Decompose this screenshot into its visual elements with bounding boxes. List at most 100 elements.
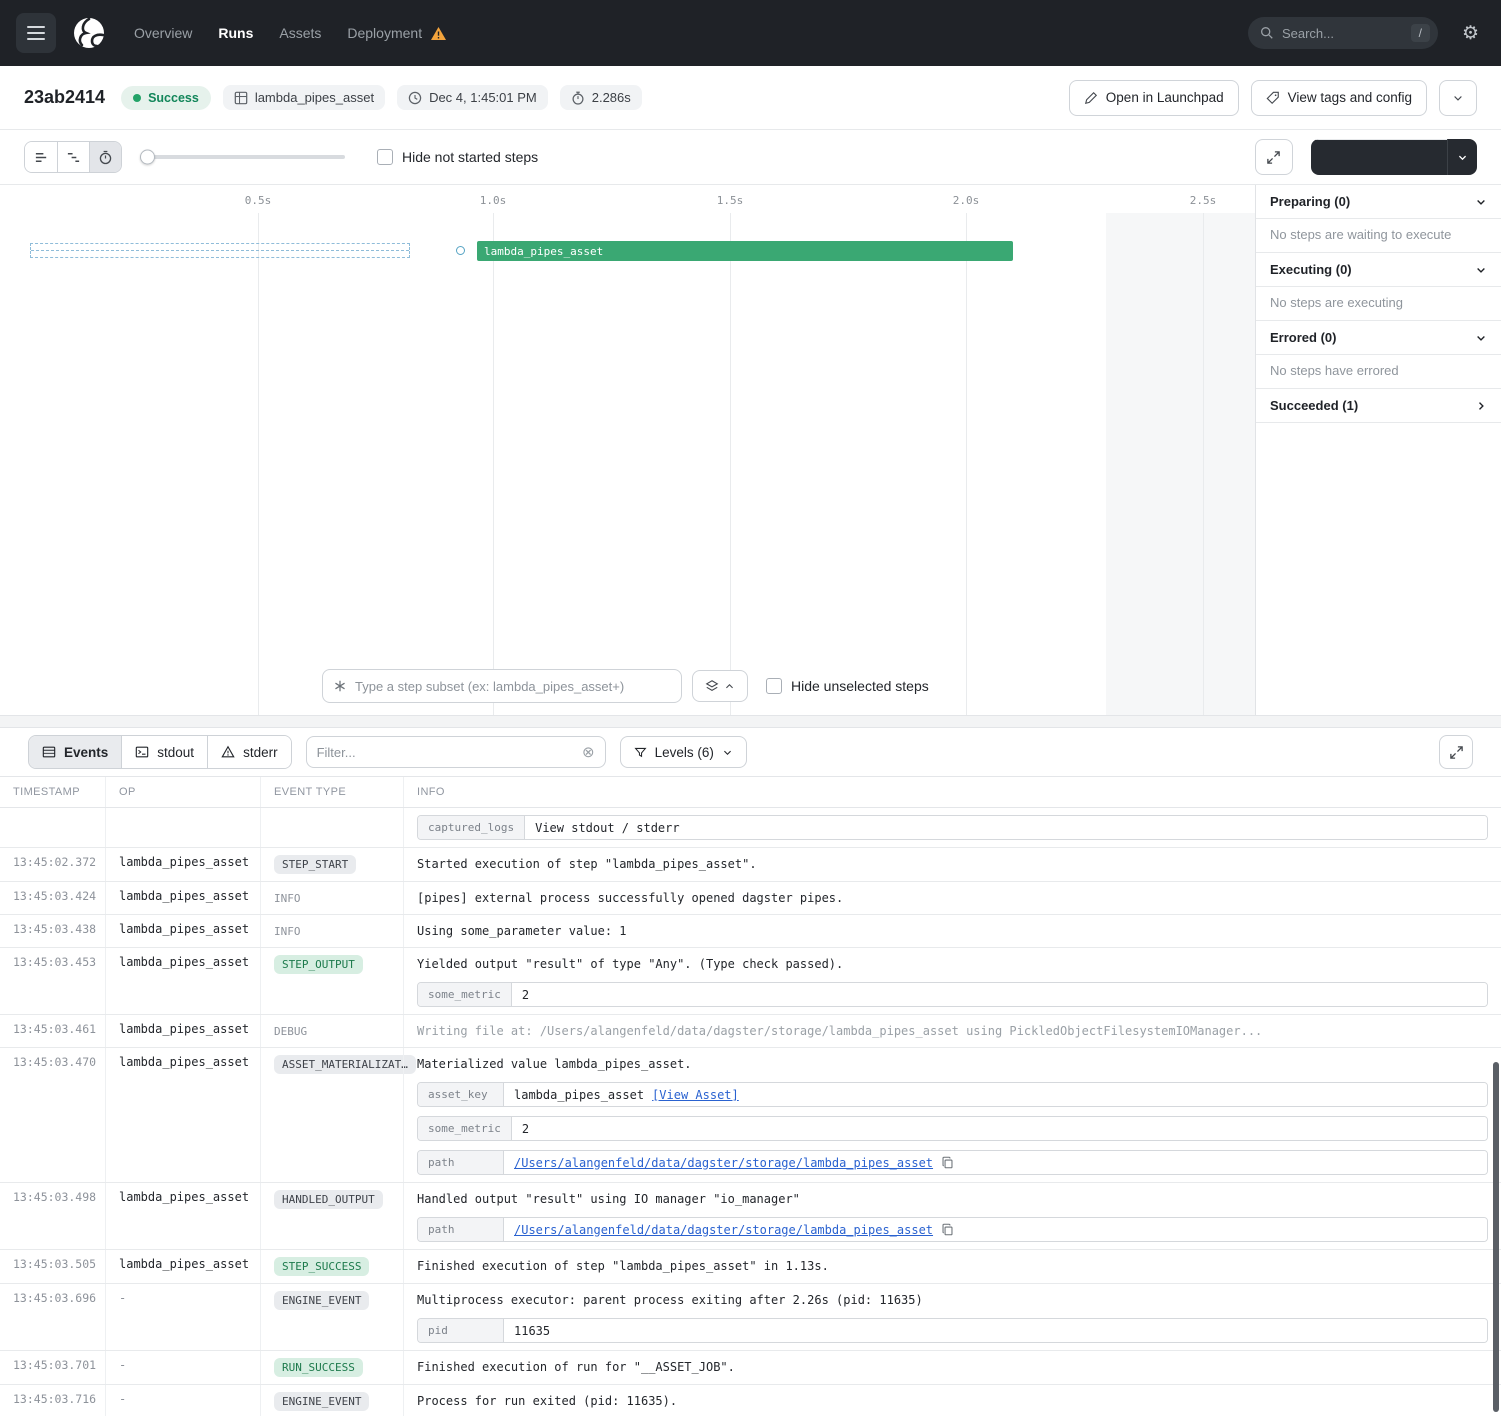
meta-row: path /Users/alangenfeld/data/dagster/sto… bbox=[417, 1150, 1488, 1175]
chevron-down-icon bbox=[722, 747, 733, 758]
stopwatch-icon bbox=[571, 91, 585, 105]
timed-view-button[interactable] bbox=[89, 142, 121, 172]
section-title: Errored (0) bbox=[1270, 330, 1336, 345]
section-preparing[interactable]: Preparing (0) bbox=[1256, 185, 1501, 219]
panel-resize-handle[interactable] bbox=[0, 715, 1501, 728]
flat-view-button[interactable] bbox=[25, 142, 57, 172]
reexecute-dropdown-button[interactable] bbox=[1447, 139, 1477, 175]
open-in-launchpad-button[interactable]: Open in Launchpad bbox=[1069, 80, 1239, 116]
info-cell: Using some_parameter value: 1 bbox=[403, 915, 1501, 947]
zoom-slider-track[interactable] bbox=[140, 155, 345, 159]
section-errored[interactable]: Errored (0) bbox=[1256, 321, 1501, 355]
gear-icon[interactable]: ⚙ bbox=[1462, 22, 1479, 45]
copy-icon[interactable] bbox=[941, 1156, 954, 1169]
nav-deployment[interactable]: Deployment bbox=[347, 25, 447, 41]
gridline bbox=[966, 213, 967, 715]
waterfall-view-button[interactable] bbox=[57, 142, 89, 172]
info-cell: Started execution of step "lambda_pipes_… bbox=[403, 848, 1501, 881]
hide-unselected-checkbox[interactable]: Hide unselected steps bbox=[758, 673, 937, 699]
log-row: 13:45:03.505 lambda_pipes_asset STEP_SUC… bbox=[0, 1250, 1501, 1284]
path-link[interactable]: /Users/alangenfeld/data/dagster/storage/… bbox=[514, 1156, 933, 1170]
search-icon bbox=[1260, 26, 1274, 40]
run-asset-tag[interactable]: lambda_pipes_asset bbox=[223, 85, 385, 110]
event-type-badge: ENGINE_EVENT bbox=[274, 1392, 369, 1411]
meta-row: some_metric 2 bbox=[417, 1116, 1488, 1141]
meta-value: 2 bbox=[512, 1117, 1487, 1140]
timestamp-cell: 13:45:03.701 bbox=[0, 1351, 105, 1384]
run-actions-dropdown-button[interactable] bbox=[1439, 80, 1477, 116]
event-type-badge: RUN_SUCCESS bbox=[274, 1358, 363, 1377]
step-subset-input[interactable] bbox=[355, 679, 671, 694]
run-id: 23ab2414 bbox=[24, 87, 105, 108]
search-box[interactable]: / bbox=[1248, 17, 1438, 49]
reexecute-all-button[interactable]: Re-execute all (*) bbox=[1311, 139, 1447, 175]
hide-not-started-checkbox[interactable]: Hide not started steps bbox=[377, 149, 538, 165]
op-cell: - bbox=[105, 1351, 260, 1384]
expand-icon bbox=[1449, 745, 1464, 760]
log-filter-box[interactable]: ⊗ bbox=[306, 736, 606, 768]
levels-dropdown-button[interactable]: Levels (6) bbox=[620, 736, 747, 768]
meta-row: pid 11635 bbox=[417, 1318, 1488, 1343]
checkbox-icon[interactable] bbox=[377, 149, 393, 165]
log-row: 13:45:02.372 lambda_pipes_asset STEP_STA… bbox=[0, 848, 1501, 882]
log-toolbar: Events stdout stderr ⊗ bbox=[0, 728, 1501, 776]
run-asset-name: lambda_pipes_asset bbox=[255, 90, 374, 105]
copy-icon[interactable] bbox=[941, 1223, 954, 1236]
op-selector-icon bbox=[333, 679, 347, 693]
chevron-right-icon bbox=[1475, 400, 1487, 412]
step-subset-box[interactable] bbox=[322, 669, 682, 703]
gantt-step-bar[interactable]: lambda_pipes_asset bbox=[477, 241, 1013, 261]
view-tags-config-label: View tags and config bbox=[1288, 90, 1412, 105]
timestamp-cell: 13:45:03.696 bbox=[0, 1284, 105, 1350]
gantt-step-bar-label: lambda_pipes_asset bbox=[484, 245, 603, 258]
clear-filter-icon[interactable]: ⊗ bbox=[582, 743, 595, 761]
nav-runs[interactable]: Runs bbox=[218, 25, 253, 41]
tab-stdout[interactable]: stdout bbox=[121, 736, 207, 768]
section-title: Executing (0) bbox=[1270, 262, 1352, 277]
op-cell: lambda_pipes_asset bbox=[105, 948, 260, 1014]
tab-events[interactable]: Events bbox=[29, 736, 121, 768]
log-row: 13:45:03.470 lambda_pipes_asset ASSET_MA… bbox=[0, 1048, 1501, 1183]
path-link[interactable]: /Users/alangenfeld/data/dagster/storage/… bbox=[514, 1223, 933, 1237]
tab-stderr[interactable]: stderr bbox=[207, 736, 291, 768]
log-fullscreen-button[interactable] bbox=[1439, 735, 1473, 769]
nav-assets[interactable]: Assets bbox=[279, 25, 321, 41]
warning-icon bbox=[430, 26, 447, 41]
view-tags-config-button[interactable]: View tags and config bbox=[1251, 80, 1427, 116]
view-asset-link[interactable]: [View Asset] bbox=[652, 1088, 739, 1102]
run-datetime: Dec 4, 1:45:01 PM bbox=[429, 90, 537, 105]
section-executing[interactable]: Executing (0) bbox=[1256, 253, 1501, 287]
info-cell: Materialized value lambda_pipes_asset. bbox=[417, 1055, 1488, 1073]
warning-triangle-icon bbox=[221, 745, 235, 759]
chevron-down-icon bbox=[1457, 152, 1468, 163]
meta-value: 11635 bbox=[504, 1319, 1487, 1342]
nav-overview[interactable]: Overview bbox=[134, 25, 192, 41]
captured-logs-link[interactable]: View stdout / stderr bbox=[535, 821, 680, 835]
menu-icon[interactable] bbox=[16, 13, 56, 53]
info-cell: Multiprocess executor: parent process ex… bbox=[417, 1291, 1488, 1309]
meta-row: some_metric 2 bbox=[417, 982, 1488, 1007]
section-succeeded[interactable]: Succeeded (1) bbox=[1256, 389, 1501, 423]
search-input[interactable] bbox=[1282, 26, 1403, 41]
log-row: captured_logs View stdout / stderr bbox=[0, 808, 1501, 848]
log-scrollbar[interactable] bbox=[1493, 1062, 1499, 1412]
status-label: Success bbox=[148, 91, 199, 105]
info-cell: Yielded output "result" of type "Any". (… bbox=[417, 955, 1488, 973]
run-datetime-tag: Dec 4, 1:45:01 PM bbox=[397, 85, 548, 110]
event-type-text: INFO bbox=[274, 889, 301, 905]
section-preparing-body: No steps are waiting to execute bbox=[1256, 219, 1501, 253]
clock-icon bbox=[408, 91, 422, 105]
event-type-text: INFO bbox=[274, 922, 301, 938]
col-op: OP bbox=[105, 777, 260, 807]
log-row: 13:45:03.498 lambda_pipes_asset HANDLED_… bbox=[0, 1183, 1501, 1250]
timestamp-cell: 13:45:03.453 bbox=[0, 948, 105, 1014]
event-type-badge: STEP_START bbox=[274, 855, 356, 874]
zoom-slider-handle[interactable] bbox=[140, 150, 155, 165]
gantt-fullscreen-button[interactable] bbox=[1255, 139, 1293, 175]
zoom-slider[interactable] bbox=[140, 155, 345, 159]
axis-tick: 2.0s bbox=[953, 194, 980, 207]
log-filter-input[interactable] bbox=[317, 745, 574, 760]
dagster-logo-icon[interactable] bbox=[70, 14, 108, 52]
checkbox-icon[interactable] bbox=[766, 678, 782, 694]
graph-query-toggle-button[interactable] bbox=[692, 670, 748, 702]
